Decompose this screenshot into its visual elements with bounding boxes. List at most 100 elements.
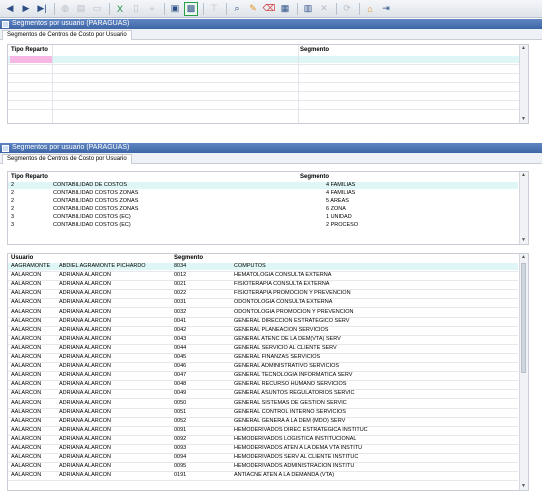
table-row[interactable]: AALARCON ADRIANA ALARCON 0095 HEMODERIVADOS…: [8, 463, 518, 470]
cell-nombre: ADRIANA ALARCON: [59, 445, 111, 451]
table-row[interactable]: AALARCON ADRIANA ALARCON 0021 FISIOTERAPIA …: [8, 281, 518, 288]
table-row[interactable]: AALARCON ADRIANA ALARCON 0091 HEMODERIVADOS…: [8, 427, 518, 434]
cell-usuario: AALARCON: [11, 463, 42, 470]
window-icon: [2, 20, 9, 28]
screen-icon: ▭: [92, 3, 102, 13]
grid-divider: [8, 73, 520, 74]
table-row[interactable]: AALARCON ADRIANA ALARCON 0047 GENERAL TECNO…: [8, 372, 518, 379]
scroll-down-icon[interactable]: ▼: [521, 484, 526, 489]
form-icon[interactable]: ▦: [278, 2, 292, 16]
tab-segmentos-centros-costo[interactable]: Segmentos de Centros de Costo por Usuari…: [2, 154, 132, 164]
table-row[interactable]: AAGRAMONTE ABDIEL AGRAMONTE PICHARDO 8034 C…: [8, 263, 518, 270]
cell-segmento-code: 0050: [174, 399, 187, 406]
table-row[interactable]: AALARCON ADRIANA ALARCON 0031 ODONTOLOGIA C…: [8, 299, 518, 306]
segments-panel-top: Segmentos por usuario (PARAGUAS) Segment…: [0, 19, 542, 127]
cell-nombre: ADRIANA ALARCON: [59, 472, 111, 479]
table-row[interactable]: 2 CONTABILIDAD COSTOS ZONAS 5 AREAS: [8, 198, 518, 205]
scroll-down-icon[interactable]: ▼: [521, 117, 526, 122]
scroll-thumb[interactable]: [521, 263, 526, 373]
cell-segmento-desc: GENERAL ATENC DE LA DEM(VTA) SERV: [234, 335, 341, 342]
excel-icon[interactable]: X: [113, 2, 127, 16]
grid-divider: [8, 100, 520, 101]
cell-usuario: AALARCON: [11, 317, 42, 324]
database-icon[interactable]: ▩: [184, 1, 198, 16]
cell-segmento-code: 0044: [174, 344, 187, 351]
active-cell[interactable]: [10, 56, 52, 63]
column-header-tipo-reparto: Tipo Reparto: [11, 174, 48, 180]
cell-nombre: ADRIANA ALARCON: [59, 390, 111, 397]
cell-nombre: ADRIANA ALARCON: [59, 435, 111, 442]
cell-segmento-desc: GENERAL GENERA A LA DEM (MDO) SERV: [234, 417, 346, 424]
usuario-segmento-grid[interactable]: Usuario Segmento ▲ ▼ AAGRAMONTE ABDIEL AG…: [7, 253, 529, 491]
table-row[interactable]: AALARCON ADRIANA ALARCON 0049 GENERAL ASUNT…: [8, 390, 518, 397]
cell-reparto-desc: CONTABILIDAD DE COSTOS: [53, 182, 128, 188]
cell-segmento-desc: FISIOTERAPIA PROMOCION Y PREVENCION: [234, 290, 351, 297]
table-row[interactable]: AALARCON ADRIANA ALARCON 0191 ANTIACNE ATEN…: [8, 472, 518, 479]
table-row[interactable]: AALARCON ADRIANA ALARCON 0094 HEMODERIVADOS…: [8, 454, 518, 461]
scroll-up-icon[interactable]: ▲: [521, 255, 526, 260]
tab-strip: Segmentos de Centros de Costo por Usuari…: [0, 29, 542, 40]
cell-usuario: AALARCON: [11, 408, 42, 415]
vertical-scrollbar[interactable]: ▲ ▼: [519, 254, 528, 490]
toolbar-separator: [336, 2, 337, 15]
tipo-reparto-grid-empty[interactable]: Tipo Reparto Segmento ▲ ▼: [7, 44, 529, 124]
home-icon[interactable]: ⌂: [363, 2, 377, 16]
scroll-up-icon[interactable]: ▲: [521, 46, 526, 51]
table-row[interactable]: AALARCON ADRIANA ALARCON 0052 GENERAL GENER…: [8, 418, 518, 425]
cell-nombre: ADRIANA ALARCON: [59, 417, 111, 424]
save-icon[interactable]: ▥: [301, 2, 315, 16]
grid-divider: [8, 109, 520, 110]
cell-nombre: ADRIANA ALARCON: [59, 308, 111, 315]
cell-usuario: AALARCON: [11, 390, 42, 397]
cell-usuario: AAGRAMONTE: [11, 263, 51, 269]
table-row[interactable]: AALARCON ADRIANA ALARCON 0032 ODONTOLOGIA P…: [8, 309, 518, 316]
scroll-up-icon[interactable]: ▲: [521, 173, 526, 178]
table-row[interactable]: AALARCON ADRIANA ALARCON 0043 GENERAL ATENC…: [8, 336, 518, 343]
table-row[interactable]: 2 CONTABILIDAD COSTOS ZONAS 4 FAMILIAS: [8, 190, 518, 197]
scroll-down-icon[interactable]: ▼: [521, 238, 526, 243]
vertical-scrollbar[interactable]: ▲ ▼: [519, 172, 528, 244]
table-row[interactable]: AALARCON ADRIANA ALARCON 0093 HEMODERIVADOS…: [8, 445, 518, 452]
table-row[interactable]: AALARCON ADRIANA ALARCON 0045 GENERAL FINAN…: [8, 354, 518, 361]
table-row[interactable]: AALARCON ADRIANA ALARCON 0046 GENERAL ADMIN…: [8, 363, 518, 370]
table-row[interactable]: AALARCON ADRIANA ALARCON 0050 GENERAL SISTE…: [8, 400, 518, 407]
table-row[interactable]: 2 CONTABILIDAD DE COSTOS 4 FAMILIAS: [8, 182, 518, 189]
table-row[interactable]: AALARCON ADRIANA ALARCON 0044 GENERAL SERVI…: [8, 345, 518, 352]
table-row[interactable]: AALARCON ADRIANA ALARCON 0041 GENERAL DIREC…: [8, 318, 518, 325]
first-record-icon[interactable]: ◀: [3, 2, 17, 16]
table-row[interactable]: 2 CONTABILIDAD COSTOS ZONAS 6 ZONA: [8, 206, 518, 213]
toolbar: ◀ ▶ ▶| ◍ ▤ ▭ X ▯ + ▣ ▩ ⊤ ⌕ ✎ ⌫ ▦ ▥ ✕ ⟳ ⌂ ⇥: [0, 0, 542, 18]
cell-segmento-desc: GENERAL PLANEACION SERVICIOS: [234, 326, 329, 333]
eraser-icon[interactable]: ⌫: [262, 2, 276, 16]
table-row[interactable]: AALARCON ADRIANA ALARCON 0051 GENERAL CONTR…: [8, 409, 518, 416]
vertical-scrollbar[interactable]: ▲ ▼: [519, 45, 528, 123]
cell-segmento-code: 0091: [174, 426, 187, 433]
table-row[interactable]: AALARCON ADRIANA ALARCON 0042 GENERAL PLANE…: [8, 327, 518, 334]
table-row-selected[interactable]: [8, 56, 520, 63]
table-row[interactable]: AALARCON ADRIANA ALARCON 0022 FISIOTERAPIA …: [8, 290, 518, 297]
table-row[interactable]: AALARCON ADRIANA ALARCON 0048 GENERAL RECUR…: [8, 381, 518, 388]
cell-segmento: 4 FAMILIAS: [326, 190, 356, 196]
table-row[interactable]: 3 CONTABILIDAD COSTOS (EC) 1 UNIDAD: [8, 214, 518, 221]
cell-segmento-code: 0046: [174, 363, 187, 370]
table-row[interactable]: 3 CONTABILIDAD COSTOS (EC) 2 PROCESO: [8, 222, 518, 229]
panel-title: Segmentos por usuario (PARAGUAS): [12, 20, 130, 27]
panel-title: Segmentos por usuario (PARAGUAS): [12, 144, 130, 151]
tipo-reparto-grid[interactable]: Tipo Reparto Segmento ▲ ▼ 2 CONTABILIDAD …: [7, 171, 529, 245]
next-record-icon[interactable]: ▶: [19, 2, 33, 16]
last-record-icon[interactable]: ▶|: [35, 2, 49, 16]
cell-segmento-code: 0049: [174, 390, 187, 397]
cell-nombre: ADRIANA ALARCON: [59, 399, 111, 406]
cell-usuario: AALARCON: [11, 335, 42, 342]
exit-icon[interactable]: ⇥: [379, 2, 393, 16]
disk-icon[interactable]: ▣: [168, 2, 182, 16]
table-row[interactable]: AALARCON ADRIANA ALARCON 0092 HEMODERIVADOS…: [8, 436, 518, 443]
cell-segmento-code: 0032: [174, 308, 187, 315]
table-row[interactable]: AALARCON ADRIANA ALARCON 0012 HEMATOLOGIA C…: [8, 272, 518, 279]
pencil-icon[interactable]: ✎: [246, 2, 260, 16]
cell-usuario: AALARCON: [11, 272, 42, 279]
cell-reparto-code: 2: [11, 198, 15, 204]
tab-segmentos-centros-costo[interactable]: Segmentos de Centros de Costo por Usuari…: [2, 30, 132, 40]
cell-segmento-desc: COMPUTOS: [234, 263, 266, 269]
search-icon[interactable]: ⌕: [230, 2, 244, 16]
